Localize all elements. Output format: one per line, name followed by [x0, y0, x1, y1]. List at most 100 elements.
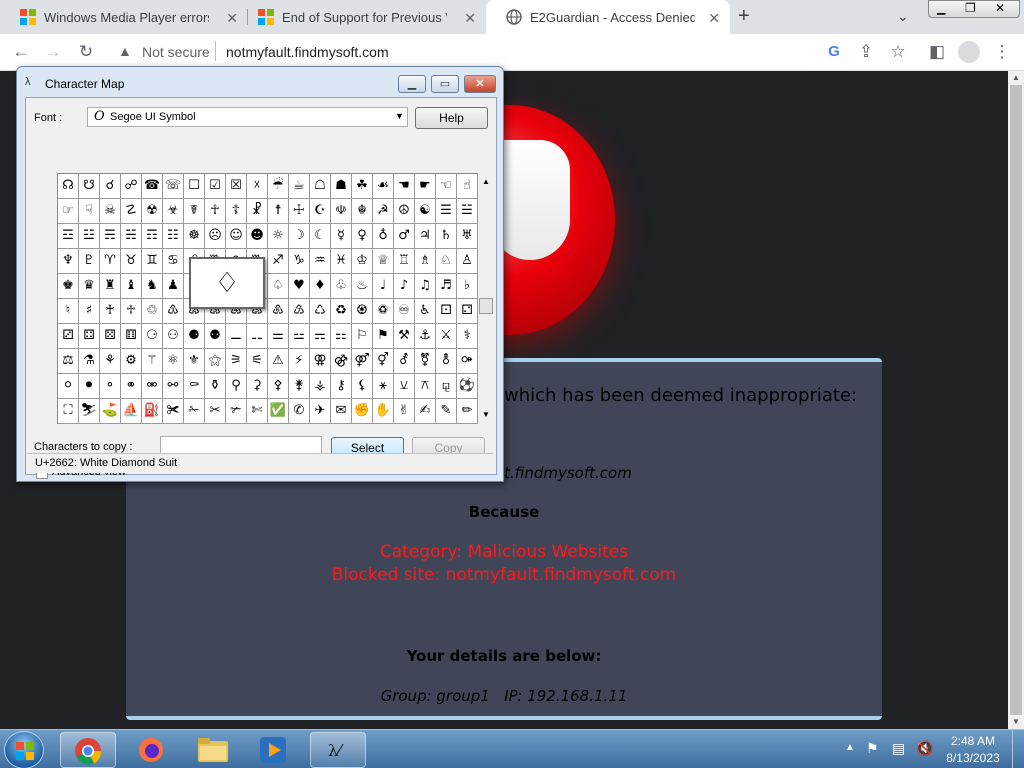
character-cell[interactable]: ☗	[331, 174, 352, 199]
character-cell[interactable]: ☛	[415, 174, 436, 199]
character-cell[interactable]: ✃	[226, 399, 247, 424]
character-cell[interactable]: ☹	[205, 224, 226, 249]
tab-e2guardian[interactable]: E2Guardian - Access Denied ✕	[486, 0, 730, 34]
character-cell[interactable]: ⚸	[352, 374, 373, 399]
character-cell[interactable]: ☐	[184, 174, 205, 199]
new-tab-button[interactable]: +	[738, 5, 750, 28]
scroll-down-icon[interactable]: ▼	[1012, 717, 1020, 726]
character-cell[interactable]: ⚕	[457, 324, 478, 349]
character-cell[interactable]: ⚦	[394, 349, 415, 374]
character-cell[interactable]: ♦	[310, 274, 331, 299]
tab-end-of-support[interactable]: End of Support for Previous Versi ✕	[238, 0, 486, 34]
character-cell[interactable]: ♂	[394, 224, 415, 249]
character-cell[interactable]: ♼	[352, 299, 373, 324]
character-cell[interactable]: ⚳	[247, 374, 268, 399]
character-cell[interactable]: ☤	[184, 199, 205, 224]
character-cell[interactable]: ⚣	[331, 349, 352, 374]
character-cell[interactable]: ⚥	[373, 349, 394, 374]
character-cell[interactable]: ⚠	[268, 349, 289, 374]
close-tab-icon[interactable]: ✕	[464, 10, 476, 27]
character-cell[interactable]: ⚓	[415, 324, 436, 349]
character-cell[interactable]: ⚨	[436, 349, 457, 374]
character-cell[interactable]: ☊	[58, 174, 79, 199]
character-cell[interactable]: ☌	[100, 174, 121, 199]
character-cell[interactable]: ♜	[100, 274, 121, 299]
character-cell[interactable]: ☼	[268, 224, 289, 249]
close-tab-icon[interactable]: ✕	[226, 10, 238, 27]
character-cell[interactable]: ⛵	[121, 399, 142, 424]
character-cell[interactable]: ♚	[58, 274, 79, 299]
character-cell[interactable]: ♰	[100, 299, 121, 324]
character-cell[interactable]: ✌	[394, 399, 415, 424]
character-cell[interactable]: ⚹	[373, 374, 394, 399]
character-cell[interactable]: ☨	[268, 199, 289, 224]
character-cell[interactable]: ♞	[142, 274, 163, 299]
page-scrollbar[interactable]: ▲ ▼	[1008, 71, 1024, 729]
character-cell[interactable]: ☬	[352, 199, 373, 224]
character-cell[interactable]: ☻	[247, 224, 268, 249]
character-cell[interactable]: ⚆	[142, 324, 163, 349]
profile-avatar[interactable]	[958, 41, 980, 63]
character-cell[interactable]: ⚰	[184, 374, 205, 399]
minimize-icon[interactable]: ▁	[937, 2, 945, 15]
character-cell[interactable]: ⚫	[79, 374, 100, 399]
character-cell[interactable]: ♟	[163, 274, 184, 299]
character-cell[interactable]: ⚤	[352, 349, 373, 374]
character-cell[interactable]: ✏	[457, 399, 478, 424]
scroll-up-icon[interactable]: ▲	[1012, 73, 1020, 82]
character-cell[interactable]: ♒	[310, 249, 331, 274]
character-cell[interactable]: ♈	[100, 249, 121, 274]
start-button[interactable]	[4, 731, 44, 768]
character-cell[interactable]: ⚬	[100, 374, 121, 399]
character-cell[interactable]: ♁	[373, 224, 394, 249]
character-cell[interactable]: ☾	[310, 224, 331, 249]
character-cell[interactable]: ♥	[289, 274, 310, 299]
character-cell[interactable]: ⚍	[289, 324, 310, 349]
back-icon[interactable]: ←	[10, 41, 32, 63]
character-cell[interactable]: ☺	[226, 224, 247, 249]
character-cell[interactable]: ♤	[268, 274, 289, 299]
close-tab-icon[interactable]: ✕	[708, 10, 720, 27]
show-hidden-icons-icon[interactable]: ▲	[845, 742, 855, 753]
character-cell[interactable]: ♕	[373, 249, 394, 274]
character-cell[interactable]: ⚘	[100, 349, 121, 374]
grid-scrollbar[interactable]: ▲ ▼	[478, 173, 494, 424]
help-button[interactable]: Help	[415, 107, 488, 129]
character-cell[interactable]: ⚻	[415, 374, 436, 399]
character-cell[interactable]: ☿	[331, 224, 352, 249]
character-cell[interactable]: ☒	[226, 174, 247, 199]
character-cell[interactable]: ♀	[352, 224, 373, 249]
character-cell[interactable]: ⚲	[226, 374, 247, 399]
character-cell[interactable]: ⛽	[142, 399, 163, 424]
scroll-thumb[interactable]	[479, 298, 493, 314]
close-button[interactable]: ✕	[464, 75, 496, 93]
character-cell[interactable]: ☸	[184, 224, 205, 249]
character-cell[interactable]: ♊	[142, 249, 163, 274]
font-dropdown[interactable]: O Segoe UI Symbol ▼	[87, 107, 408, 127]
character-cell[interactable]: ⚯	[163, 374, 184, 399]
character-cell[interactable]: ♖	[394, 249, 415, 274]
character-cell[interactable]: ✅	[268, 399, 289, 424]
character-cell[interactable]: ⚡	[289, 349, 310, 374]
character-cell[interactable]: ☽	[289, 224, 310, 249]
character-cell[interactable]: ♄	[436, 224, 457, 249]
character-cell[interactable]: ⚗	[79, 349, 100, 374]
character-cell[interactable]: ⚙	[121, 349, 142, 374]
character-cell[interactable]: ⚝	[205, 349, 226, 374]
character-cell[interactable]: ☞	[58, 199, 79, 224]
character-cell[interactable]: ♺	[310, 299, 331, 324]
restore-icon[interactable]: ❐	[965, 1, 976, 15]
character-cell[interactable]: ⚔	[436, 324, 457, 349]
character-cell[interactable]: ⚴	[268, 374, 289, 399]
character-cell[interactable]: ☘	[352, 174, 373, 199]
character-cell[interactable]: ☰	[436, 199, 457, 224]
reload-icon[interactable]: ↻	[75, 41, 97, 63]
tab-media-player[interactable]: Windows Media Player errors - Mi ✕	[0, 0, 248, 34]
bookmark-star-icon[interactable]: ☆	[887, 41, 909, 63]
character-cell[interactable]: ♝	[121, 274, 142, 299]
character-cell[interactable]: ⚋	[247, 324, 268, 349]
character-cell[interactable]: ♛	[79, 274, 100, 299]
character-cell[interactable]: ♓	[331, 249, 352, 274]
character-cell[interactable]: ✀	[163, 399, 184, 424]
character-cell[interactable]: ♮	[58, 299, 79, 324]
